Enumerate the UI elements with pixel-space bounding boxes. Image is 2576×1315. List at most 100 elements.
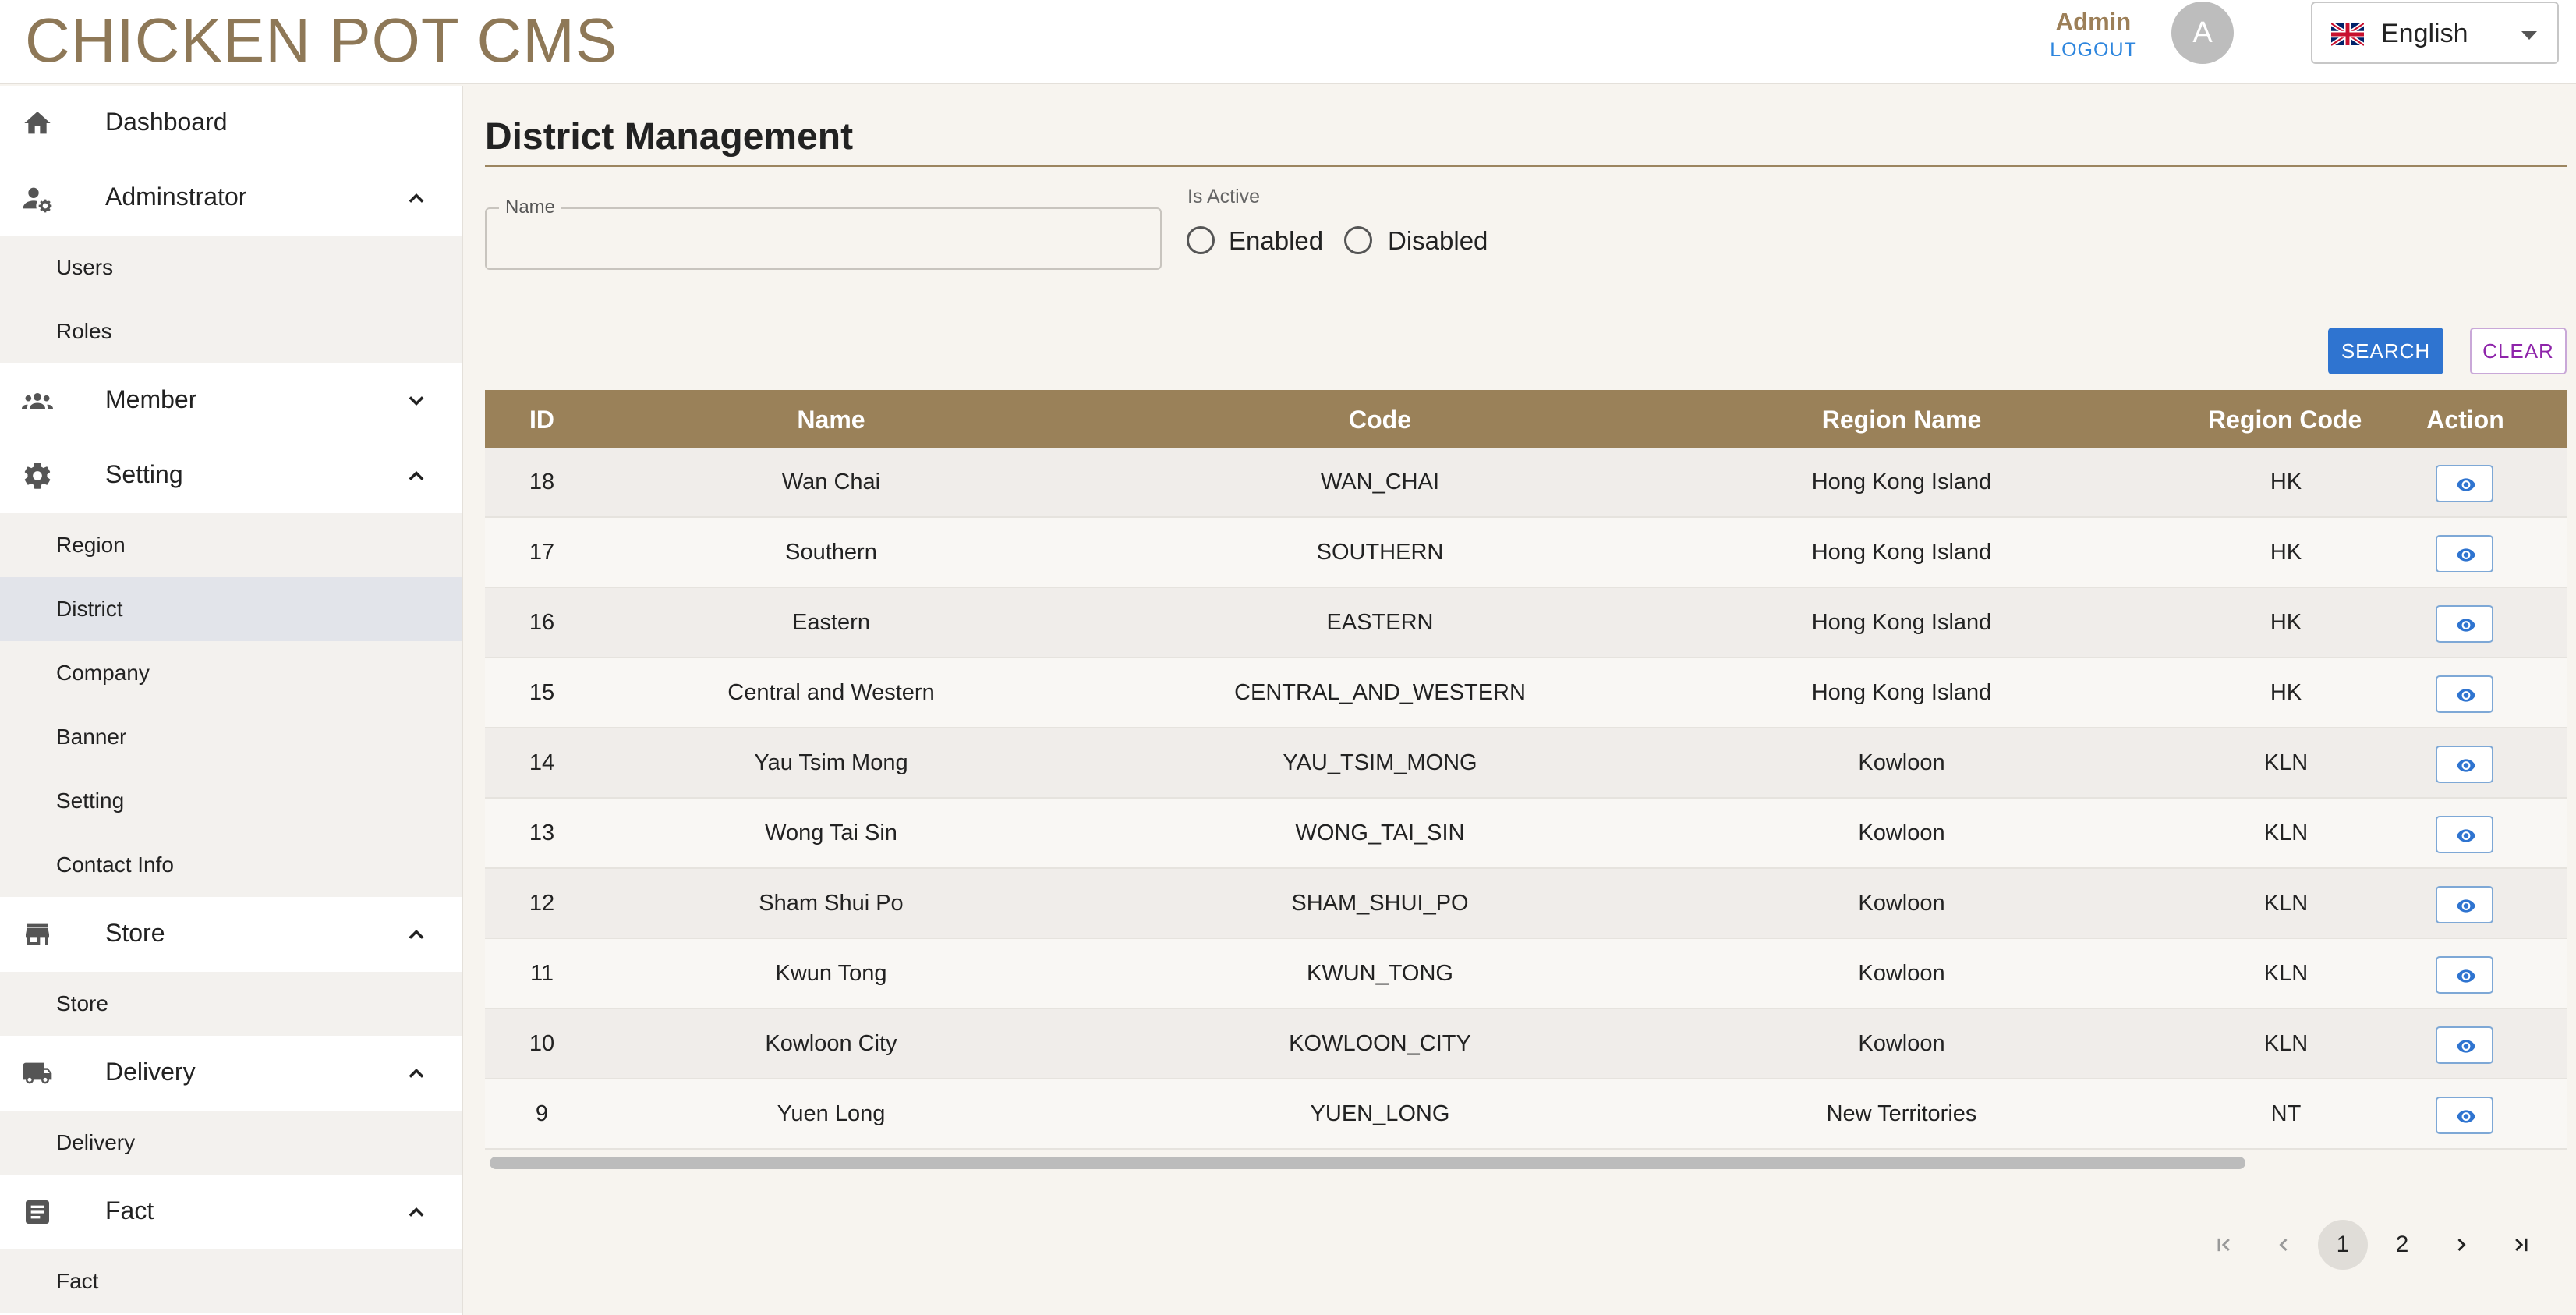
cell-region-code: KLN (2263, 750, 2309, 775)
table-row: 12 Sham Shui Po SHAM_SHUI_PO Kowloon KLN (485, 869, 2567, 939)
name-field-label: Name (499, 197, 562, 218)
column-header-region-code[interactable]: Region Code (2208, 406, 2364, 434)
cell-id: 18 (529, 470, 555, 494)
sidebar-item-label: Member (105, 385, 197, 413)
cell-id: 17 (529, 540, 555, 565)
view-button[interactable] (2436, 1097, 2493, 1134)
sidebar-item-dashboard[interactable]: Dashboard (0, 86, 462, 161)
sidebar-item-company[interactable]: Company (0, 641, 462, 705)
view-button[interactable] (2436, 465, 2493, 502)
eye-icon (2457, 829, 2475, 842)
view-button[interactable] (2436, 816, 2493, 853)
sidebar-item-delivery-sub[interactable]: Delivery (0, 1111, 462, 1175)
column-header-region-name[interactable]: Region Name (1697, 406, 2107, 434)
enabled-radio-label[interactable]: Enabled (1229, 226, 1323, 256)
enabled-radio[interactable] (1187, 226, 1215, 254)
view-button[interactable] (2436, 535, 2493, 572)
truck-icon (23, 1062, 52, 1084)
sidebar-item-fact[interactable]: Fact (0, 1175, 462, 1249)
last-page-button[interactable] (2496, 1220, 2546, 1270)
first-page-icon (2217, 1238, 2230, 1252)
clear-button[interactable]: CLEAR (2470, 328, 2567, 374)
sidebar-item-users[interactable]: Users (0, 236, 462, 300)
language-select[interactable]: English (2311, 2, 2559, 64)
table-row: 10 Kowloon City KOWLOON_CITY Kowloon KLN (485, 1009, 2567, 1079)
cell-name: Wan Chai (781, 470, 881, 494)
cell-name: Wong Tai Sin (765, 821, 897, 845)
sidebar-item-member[interactable]: Member (0, 363, 462, 438)
cell-name: Yuen Long (777, 1101, 886, 1126)
caret-down-icon (2521, 31, 2537, 40)
cell-region-code: NT (2270, 1101, 2302, 1126)
page-button-2[interactable]: 2 (2377, 1220, 2427, 1270)
cell-name: Sham Shui Po (759, 891, 904, 916)
eye-icon (2457, 689, 2475, 702)
sidebar-item-contact-info[interactable]: Contact Info (0, 833, 462, 897)
cell-region-name: Kowloon (1858, 961, 1945, 986)
sidebar-item-setting[interactable]: Setting (0, 438, 462, 513)
cell-id: 10 (529, 1031, 555, 1056)
sidebar-item-store-sub[interactable]: Store (0, 972, 462, 1036)
table-row: 11 Kwun Tong KWUN_TONG Kowloon KLN (485, 939, 2567, 1009)
disabled-radio[interactable] (1344, 226, 1372, 254)
eye-icon (2457, 1110, 2475, 1123)
cell-code: WONG_TAI_SIN (1295, 821, 1465, 845)
horizontal-scrollbar-thumb[interactable] (490, 1157, 2245, 1169)
title-divider (485, 165, 2567, 167)
cell-code: KOWLOON_CITY (1289, 1031, 1471, 1056)
view-button[interactable] (2436, 956, 2493, 994)
sidebar-item-label: Region (56, 533, 126, 557)
chevron-right-icon (2457, 1238, 2466, 1252)
sidebar-item-banner[interactable]: Banner (0, 705, 462, 769)
cell-name: Kwun Tong (775, 961, 887, 986)
logout-link[interactable]: LOGOUT (2043, 37, 2144, 62)
eye-icon (2457, 969, 2475, 983)
view-button[interactable] (2436, 1026, 2493, 1064)
sidebar-item-label: Users (56, 255, 114, 279)
chevron-up-icon (409, 1207, 424, 1217)
cell-region-name: Kowloon (1858, 821, 1945, 845)
column-header-name[interactable]: Name (599, 406, 1063, 434)
sidebar-item-delivery[interactable]: Delivery (0, 1036, 462, 1111)
column-header-id[interactable]: ID (485, 406, 599, 434)
sidebar-item-label: Fact (105, 1196, 154, 1225)
chevron-up-icon (409, 471, 424, 480)
sidebar-item-setting-sub[interactable]: Setting (0, 769, 462, 833)
disabled-radio-label[interactable]: Disabled (1388, 226, 1488, 256)
sidebar: Dashboard Adminstrator Users Roles Membe… (0, 86, 463, 1315)
column-header-code[interactable]: Code (1063, 406, 1697, 434)
cell-region-code: HK (2270, 470, 2302, 494)
sidebar-item-roles[interactable]: Roles (0, 300, 462, 363)
chevron-left-icon (2279, 1238, 2288, 1252)
sidebar-item-store[interactable]: Store (0, 897, 462, 972)
user-name: Admin (2055, 8, 2132, 35)
cell-region-code: KLN (2263, 961, 2309, 986)
first-page-button[interactable] (2199, 1220, 2249, 1270)
sidebar-item-region[interactable]: Region (0, 513, 462, 577)
view-button[interactable] (2436, 605, 2493, 643)
avatar[interactable]: A (2171, 2, 2234, 64)
last-page-icon (2515, 1238, 2528, 1252)
cell-region-name: Hong Kong Island (1811, 470, 1992, 494)
page-button-1[interactable]: 1 (2318, 1220, 2368, 1270)
view-button[interactable] (2436, 746, 2493, 783)
cell-id: 11 (529, 961, 554, 986)
sidebar-item-label: Dashboard (105, 108, 228, 136)
prev-page-button[interactable] (2259, 1220, 2309, 1270)
sidebar-item-label: Store (56, 991, 108, 1015)
search-button[interactable]: SEARCH (2328, 328, 2443, 374)
cell-region-name: New Territories (1826, 1101, 1977, 1126)
view-button[interactable] (2436, 675, 2493, 713)
home-icon (24, 112, 51, 134)
cell-name: Yau Tsim Mong (754, 750, 908, 775)
sidebar-item-label: Delivery (105, 1058, 196, 1086)
view-button[interactable] (2436, 886, 2493, 923)
next-page-button[interactable] (2436, 1220, 2486, 1270)
cell-region-code: KLN (2263, 891, 2309, 916)
sidebar-item-adminstrator[interactable]: Adminstrator (0, 161, 462, 236)
table-row: 9 Yuen Long YUEN_LONG New Territories NT (485, 1079, 2567, 1150)
document-icon (26, 1200, 49, 1224)
sidebar-item-district[interactable]: District (0, 577, 462, 641)
sidebar-item-fact-sub[interactable]: Fact (0, 1249, 462, 1313)
name-input[interactable] (499, 222, 1146, 257)
